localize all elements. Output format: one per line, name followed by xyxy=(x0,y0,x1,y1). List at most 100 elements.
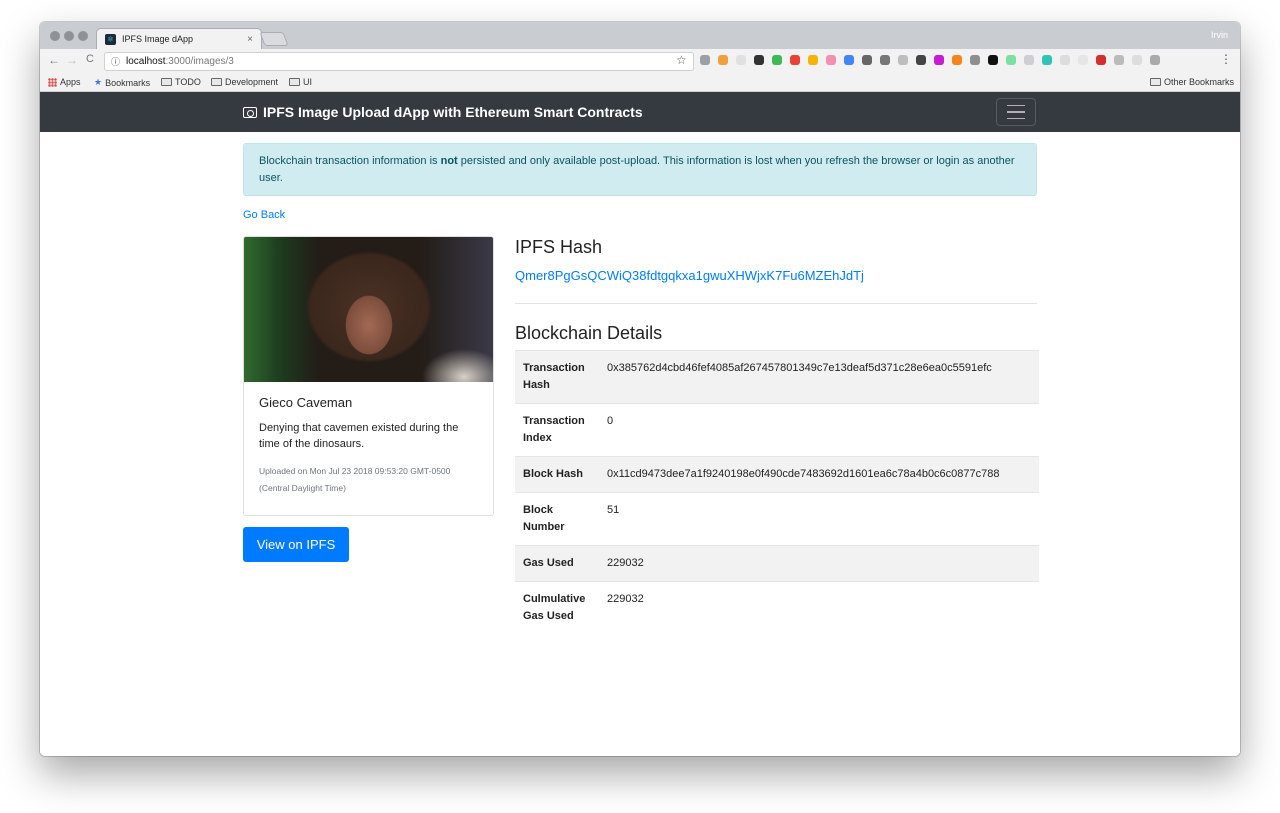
tab-close-icon[interactable]: × xyxy=(247,34,253,45)
profile-name[interactable]: Irvin xyxy=(1211,30,1228,40)
extension-icon[interactable] xyxy=(1114,55,1124,65)
blockchain-details-heading: Blockchain Details xyxy=(515,323,663,343)
maximize-window-button[interactable] xyxy=(78,31,88,41)
extension-icon[interactable] xyxy=(754,55,764,65)
hamburger-bar xyxy=(1007,111,1025,113)
bookmark-development[interactable]: Development xyxy=(211,77,278,87)
extension-icon[interactable] xyxy=(988,55,998,65)
blockchain-details-table: Transaction Hash 0x385762d4cbd46fef4085a… xyxy=(515,350,1039,634)
extension-icon[interactable] xyxy=(844,55,854,65)
hamburger-bar xyxy=(1007,104,1025,107)
card-description: Denying that cavemen existed during the … xyxy=(259,422,459,450)
bookmark-star-icon[interactable]: ☆ xyxy=(676,53,687,67)
table-row: Culmulative Gas Used 229032 xyxy=(515,581,1039,634)
row-value: 0x11cd9473dee7a1f9240198e0f490cde7483692… xyxy=(599,456,1039,493)
divider xyxy=(515,303,1037,304)
bookmark-label: Bookmarks xyxy=(105,77,151,88)
ipfs-hash-link[interactable]: Qmer8PgGsQCWiQ38fdtgqkxa1gwuXHWjxK7Fu6MZ… xyxy=(515,268,864,283)
bookmark-label: UI xyxy=(303,77,312,87)
extension-icon[interactable] xyxy=(916,55,926,65)
extension-icons xyxy=(700,55,1160,65)
extension-icon[interactable] xyxy=(898,55,908,65)
row-label: Block Number xyxy=(515,492,599,546)
bookmark-label: Development xyxy=(225,77,279,87)
reload-icon[interactable]: C xyxy=(86,53,94,65)
navbar: IPFS Image Upload dApp with Ethereum Sma… xyxy=(40,92,1240,132)
extension-icon[interactable] xyxy=(952,55,962,65)
browser-window: ⚛ IPFS Image dApp × Irvin ← → C ⓘ localh… xyxy=(40,22,1240,756)
brand-title: IPFS Image Upload dApp with Ethereum Sma… xyxy=(263,104,643,120)
hamburger-bar xyxy=(1007,117,1025,120)
row-value: 229032 xyxy=(599,545,1039,582)
bookmark-other[interactable]: Other Bookmarks xyxy=(1149,77,1234,87)
extension-icon[interactable] xyxy=(1150,55,1160,65)
extension-icon[interactable] xyxy=(718,55,728,65)
tab-strip: ⚛ IPFS Image dApp × Irvin xyxy=(40,22,1240,49)
extension-icon[interactable] xyxy=(808,55,818,65)
navbar-toggler-button[interactable] xyxy=(996,98,1036,126)
caveman-image xyxy=(244,237,493,382)
bookmark-apps[interactable]: Apps xyxy=(48,77,81,87)
extension-icon[interactable] xyxy=(1078,55,1088,65)
extension-icon[interactable] xyxy=(1042,55,1052,65)
extension-icon[interactable] xyxy=(1132,55,1142,65)
navbar-brand[interactable]: IPFS Image Upload dApp with Ethereum Sma… xyxy=(243,104,643,120)
upload-timestamp: Uploaded on Mon Jul 23 2018 09:53:20 GMT… xyxy=(259,466,451,493)
minimize-window-button[interactable] xyxy=(64,31,74,41)
row-label: Culmulative Gas Used xyxy=(515,581,599,634)
back-arrow-icon[interactable]: ← xyxy=(48,53,60,67)
extension-icon[interactable] xyxy=(970,55,980,65)
folder-icon xyxy=(289,78,300,86)
forward-arrow-icon[interactable]: → xyxy=(66,53,78,67)
extension-icon[interactable] xyxy=(1024,55,1034,65)
react-favicon-icon: ⚛ xyxy=(105,33,116,45)
extension-icon[interactable] xyxy=(826,55,836,65)
bookmark-label: Apps xyxy=(60,77,81,87)
url-host: localhost xyxy=(126,56,166,67)
apps-grid-icon xyxy=(48,77,57,87)
new-tab-button[interactable] xyxy=(259,32,289,46)
address-bar[interactable]: ⓘ localhost:3000/images/3 xyxy=(104,52,694,71)
bookmark-ui[interactable]: UI xyxy=(289,77,312,87)
row-value: 229032 xyxy=(599,581,1039,634)
card-body: Gieco Caveman Denying that cavemen exist… xyxy=(259,395,481,497)
table-row: Block Number 51 xyxy=(515,492,1039,546)
extension-icon[interactable] xyxy=(1060,55,1070,65)
card-title: Gieco Caveman xyxy=(259,395,353,410)
extension-icon[interactable] xyxy=(1096,55,1106,65)
view-on-ipfs-button[interactable]: View on IPFS xyxy=(243,527,349,562)
bookmark-todo[interactable]: TODO xyxy=(161,77,201,87)
go-back-link[interactable]: Go Back xyxy=(243,209,285,221)
ipfs-hash-heading: IPFS Hash xyxy=(515,237,603,257)
row-value: 51 xyxy=(599,492,1039,546)
row-value: 0 xyxy=(599,403,1039,457)
row-label: Gas Used xyxy=(515,545,599,582)
extension-icon[interactable] xyxy=(772,55,782,65)
extension-icon[interactable] xyxy=(790,55,800,65)
extension-icon[interactable] xyxy=(934,55,944,65)
alert-text-bold: not xyxy=(440,155,458,167)
camera-icon xyxy=(243,106,257,118)
bookmark-bookmarks[interactable]: ★ Bookmarks xyxy=(94,77,150,88)
row-label: Block Hash xyxy=(515,456,599,493)
info-icon[interactable]: ⓘ xyxy=(111,55,120,68)
table-row: Transaction Hash 0x385762d4cbd46fef4085a… xyxy=(515,350,1039,404)
close-window-button[interactable] xyxy=(50,31,60,41)
bookmark-label: Other Bookmarks xyxy=(1163,77,1234,87)
extension-icon[interactable] xyxy=(862,55,872,65)
folder-icon xyxy=(1149,78,1161,86)
browser-toolbar: ← → C ⓘ localhost:3000/images/3 ☆ ⋮ xyxy=(40,49,1240,74)
folder-icon xyxy=(161,78,172,86)
extension-icon[interactable] xyxy=(880,55,890,65)
image-card: Gieco Caveman Denying that cavemen exist… xyxy=(243,236,494,516)
extension-icon[interactable] xyxy=(700,55,710,65)
table-row: Block Hash 0x11cd9473dee7a1f9240198e0f49… xyxy=(515,456,1039,493)
extension-icon[interactable] xyxy=(736,55,746,65)
alert-text-prefix: Blockchain transaction information is xyxy=(259,155,441,167)
page-viewport: IPFS Image Upload dApp with Ethereum Sma… xyxy=(40,92,1240,756)
tab-title: IPFS Image dApp xyxy=(122,34,194,44)
browser-menu-icon[interactable]: ⋮ xyxy=(1220,52,1232,66)
bookmarks-bar: Apps ★ Bookmarks TODO Development UI Othe… xyxy=(40,74,1240,92)
extension-icon[interactable] xyxy=(1006,55,1016,65)
browser-tab[interactable]: ⚛ IPFS Image dApp × xyxy=(96,28,262,49)
